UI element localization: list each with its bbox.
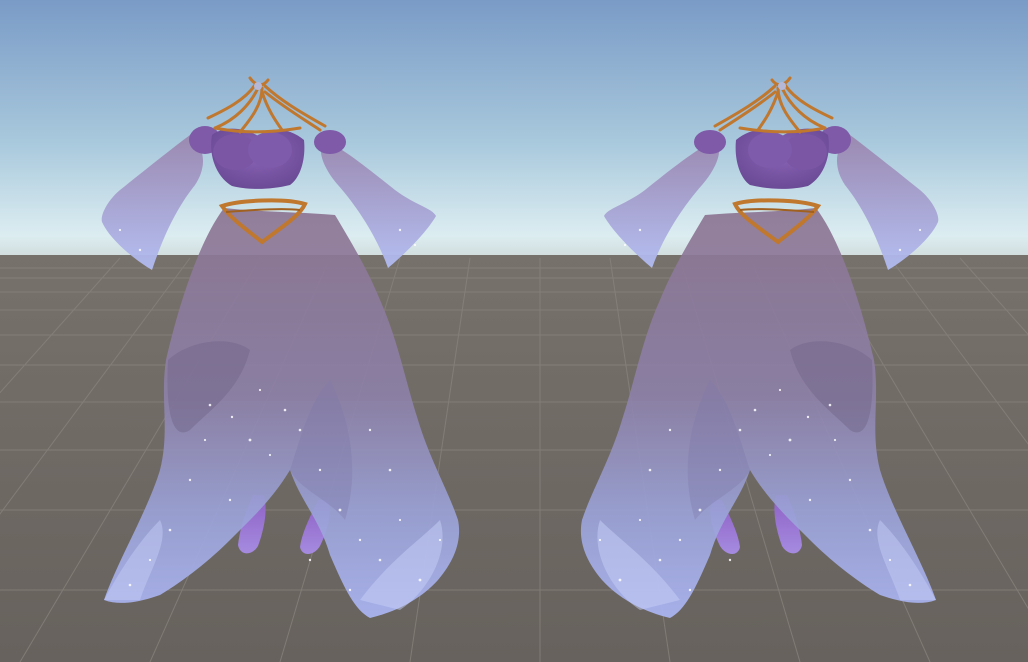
3d-viewport[interactable]	[0, 0, 1028, 662]
